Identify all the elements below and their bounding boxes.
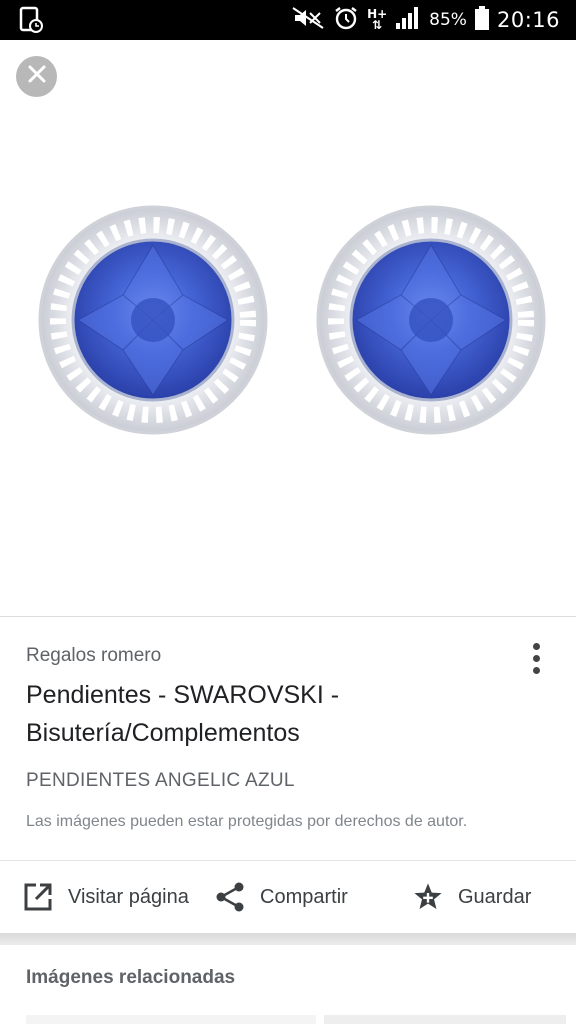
section-separator bbox=[0, 933, 576, 945]
mute-icon bbox=[291, 6, 325, 35]
open-in-new-icon[interactable] bbox=[22, 881, 54, 913]
star-add-icon[interactable] bbox=[412, 881, 444, 913]
more-vert-icon[interactable] bbox=[532, 643, 540, 650]
status-bar: H+ ⇅ 85% 20:16 bbox=[0, 0, 576, 40]
divider bbox=[0, 616, 576, 617]
related-thumbnail[interactable] bbox=[324, 1015, 566, 1024]
right-earring bbox=[316, 205, 546, 435]
clock: 20:16 bbox=[496, 8, 560, 32]
share-button[interactable]: Compartir bbox=[214, 861, 348, 933]
battery-percent: 85% bbox=[429, 10, 467, 30]
related-images-section: Imágenes relacionadas bbox=[0, 945, 576, 1024]
related-images-title: Imágenes relacionadas bbox=[26, 967, 236, 988]
network-h-plus-icon: H+ ⇅ bbox=[367, 7, 388, 32]
more-options-button[interactable] bbox=[524, 638, 548, 678]
image-viewer[interactable] bbox=[0, 40, 576, 616]
visit-page-label[interactable]: Visitar página bbox=[68, 886, 189, 909]
related-thumbnail[interactable] bbox=[26, 1015, 316, 1024]
close-icon[interactable] bbox=[26, 63, 48, 90]
share-label[interactable]: Compartir bbox=[260, 886, 348, 909]
battery-icon bbox=[474, 5, 489, 35]
left-earring bbox=[38, 205, 268, 435]
alarm-icon bbox=[333, 5, 359, 36]
image-title[interactable]: Pendientes - SWAROVSKI - Bisutería/Compl… bbox=[26, 676, 526, 752]
save-button[interactable]: Guardar bbox=[412, 861, 531, 933]
source-site[interactable]: Regalos romero bbox=[26, 645, 161, 667]
visit-page-button[interactable]: Visitar página bbox=[22, 861, 189, 933]
action-row: Visitar página Compartir Guardar bbox=[0, 861, 576, 933]
close-button[interactable] bbox=[16, 56, 57, 97]
screenshot-icon bbox=[18, 6, 46, 39]
signal-icon bbox=[395, 6, 421, 35]
copyright-notice: Las imágenes pueden estar protegidas por… bbox=[26, 813, 468, 830]
earrings-image bbox=[38, 205, 546, 435]
save-label[interactable]: Guardar bbox=[458, 886, 531, 909]
image-subtitle: PENDIENTES ANGELIC AZUL bbox=[26, 770, 295, 791]
share-icon[interactable] bbox=[214, 881, 246, 913]
